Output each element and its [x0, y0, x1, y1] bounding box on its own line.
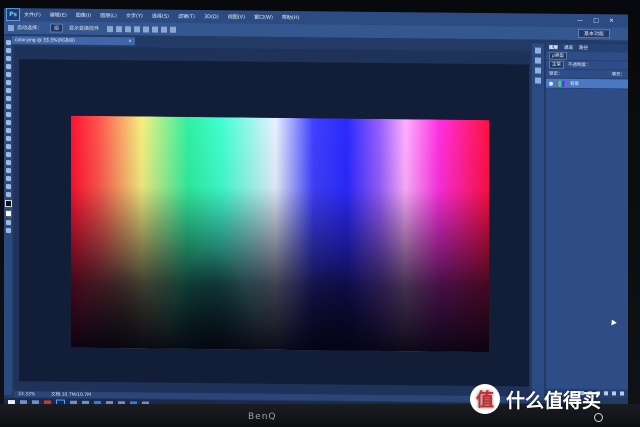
blur-tool-icon[interactable]	[5, 136, 11, 142]
align-bottom-icon[interactable]	[125, 25, 132, 32]
lock-label: 锁定：	[549, 71, 563, 77]
gradient-tool-icon[interactable]	[5, 128, 11, 134]
delete-layer-icon[interactable]	[620, 391, 624, 396]
maximize-button[interactable]: □	[593, 17, 599, 24]
marquee-tool-icon[interactable]	[5, 48, 11, 54]
auto-select-dropdown[interactable]: 组	[50, 23, 64, 33]
watermark: 值 什么值得买	[470, 382, 601, 416]
menu-view[interactable]: 视图(V)	[228, 13, 245, 20]
layer-name: 背景	[570, 81, 579, 87]
paragraph-panel-icon[interactable]	[535, 77, 541, 84]
zoom-level[interactable]: 33.33%	[18, 392, 35, 397]
menu-window[interactable]: 窗口(W)	[254, 14, 273, 21]
menu-select[interactable]: 选择(S)	[152, 13, 169, 20]
menu-help[interactable]: 帮助(H)	[282, 14, 300, 21]
zoom-tool-icon[interactable]	[5, 192, 11, 198]
new-group-icon[interactable]	[604, 391, 608, 396]
brush-tool-icon[interactable]	[5, 96, 11, 102]
monitor-brand-logo: BenQ	[248, 412, 277, 422]
menu-type[interactable]: 文字(Y)	[126, 12, 143, 19]
new-layer-icon[interactable]	[612, 391, 616, 396]
visibility-eye-icon[interactable]	[549, 81, 553, 86]
crop-tool-icon[interactable]	[5, 72, 11, 78]
document-size-info: 文档:10.7M/10.7M	[51, 392, 92, 398]
collapsed-panels-strip	[532, 43, 544, 401]
canvas-area[interactable]	[14, 46, 530, 397]
dodge-tool-icon[interactable]	[5, 144, 11, 150]
type-tool-icon[interactable]	[5, 160, 11, 166]
shape-tool-icon[interactable]	[5, 176, 11, 182]
tools-panel	[4, 36, 12, 396]
align-center-icon[interactable]	[143, 25, 150, 33]
align-left-icon[interactable]	[134, 25, 141, 32]
photoshop-logo: Ps	[6, 8, 20, 22]
menu-filter[interactable]: 滤镜(T)	[178, 13, 195, 20]
opacity-label: 不透明度：	[568, 62, 591, 69]
fill-label: 填充：	[611, 72, 626, 78]
layers-panel: 图层 通道 路径 ρ类型 正常 不透明度： 锁定： 填充： 背景	[546, 43, 628, 398]
quick-mask-icon[interactable]	[5, 220, 11, 226]
move-tool-icon[interactable]	[8, 24, 14, 31]
3d-mode-icon[interactable]	[170, 26, 177, 33]
align-right-icon[interactable]	[152, 26, 159, 33]
menu-file[interactable]: 文件(F)	[24, 11, 41, 18]
healing-brush-tool-icon[interactable]	[5, 88, 11, 94]
tab-paths[interactable]: 路径	[579, 45, 588, 51]
path-select-tool-icon[interactable]	[5, 168, 11, 174]
quick-select-tool-icon[interactable]	[5, 64, 11, 70]
background-color-swatch[interactable]	[4, 210, 12, 218]
document-tab[interactable]: color.png @ 33.3%(RGB/8) ×	[12, 36, 135, 46]
properties-panel-icon[interactable]	[535, 57, 541, 64]
layer-thumbnail	[557, 80, 566, 87]
close-button[interactable]: ✕	[609, 17, 614, 24]
layer-item-background[interactable]: 背景	[546, 78, 628, 90]
blend-mode-dropdown[interactable]: 正常	[549, 60, 564, 69]
menu-image[interactable]: 图像(I)	[76, 12, 91, 19]
document-tab-title: color.png @ 33.3%(RGB/8)	[15, 37, 75, 44]
kind-filter-dropdown[interactable]: ρ类型	[549, 51, 567, 60]
menu-layer[interactable]: 图层(L)	[100, 12, 117, 19]
menu-3d[interactable]: 3D(D)	[204, 14, 219, 20]
color-spectrum-image	[71, 115, 489, 353]
document-canvas[interactable]	[19, 59, 529, 387]
history-brush-tool-icon[interactable]	[5, 112, 11, 118]
menu-edit[interactable]: 编辑(E)	[50, 11, 67, 18]
watermark-logo-icon: 值	[470, 384, 500, 414]
history-panel-icon[interactable]	[535, 47, 541, 54]
character-panel-icon[interactable]	[535, 67, 541, 74]
foreground-color-swatch[interactable]	[4, 200, 12, 208]
eraser-tool-icon[interactable]	[5, 120, 11, 126]
eyedropper-tool-icon[interactable]	[5, 80, 11, 86]
tab-layers[interactable]: 图层	[549, 45, 558, 51]
hand-tool-icon[interactable]	[5, 184, 11, 190]
align-middle-icon[interactable]	[116, 25, 123, 32]
auto-select-checkbox[interactable]: 自动选择：	[17, 24, 42, 31]
tab-channels[interactable]: 通道	[564, 45, 573, 51]
workspace-switcher[interactable]: 基本功能	[577, 29, 610, 39]
show-transform-checkbox[interactable]: 显示变换控件	[69, 25, 99, 32]
clone-stamp-tool-icon[interactable]	[5, 104, 11, 110]
pen-tool-icon[interactable]	[5, 152, 11, 158]
screen-mode-icon[interactable]	[5, 228, 11, 234]
align-top-icon[interactable]	[107, 25, 114, 32]
screen: Ps 文件(F) 编辑(E) 图像(I) 图层(L) 文字(Y) 选择(S) 滤…	[4, 8, 628, 413]
window-controls: — □ ✕	[577, 17, 614, 24]
lasso-tool-icon[interactable]	[5, 56, 11, 62]
watermark-text: 什么值得买	[506, 389, 602, 412]
distribute-icon[interactable]	[161, 26, 168, 33]
close-tab-icon[interactable]: ×	[128, 39, 132, 44]
move-tool-icon[interactable]	[5, 40, 11, 46]
minimize-button[interactable]: —	[577, 17, 583, 24]
